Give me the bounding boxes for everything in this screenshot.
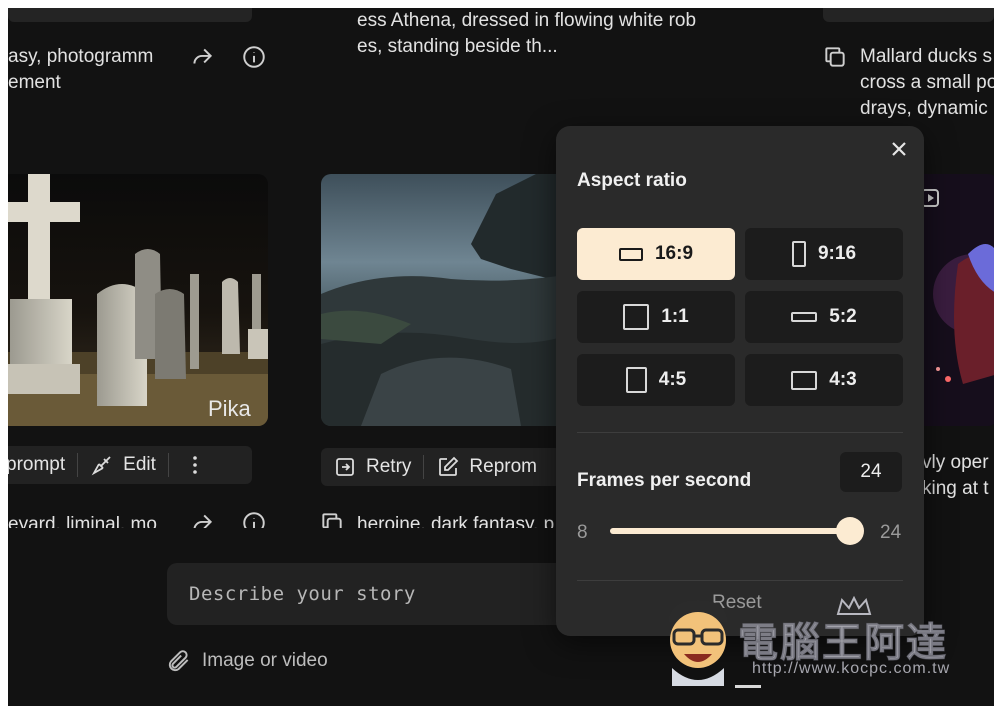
caption-left-top-line2: ement [8,72,61,93]
retry-label: Retry [366,456,412,477]
retry-icon [336,458,354,476]
ratio-label: 16:9 [654,243,694,264]
pika-watermark: Pika [208,396,252,421]
caption-right-top-line2: cross a small po [860,72,994,93]
info-icon[interactable] [239,42,269,72]
ratio-9-16-option[interactable]: 9:16 [745,228,903,280]
caption-center-top-line1: ess Athena, dressed in flowing white rob [357,10,697,31]
ratio-5-2-option[interactable]: 5:2 [745,291,903,343]
fps-title: Frames per second [577,470,752,491]
mascot-logo-icon [668,600,728,686]
retry-button[interactable]: Retry [321,448,423,486]
graveyard-action-bar: prompt Edit [8,446,252,484]
reprompt-button[interactable]: Reprom [424,448,549,486]
fps-slider[interactable] [610,517,864,545]
portrait-shape-icon [791,241,806,267]
fps-slider-min: 8 [577,522,588,543]
edit-button[interactable]: Edit [78,446,168,484]
section-divider [577,580,903,581]
ratio-4-3-option[interactable]: 4:3 [745,354,903,406]
portrait-shape-icon [625,367,647,393]
video-thumbnail-graveyard[interactable]: Pika [8,174,268,426]
fps-slider-handle[interactable] [836,517,864,545]
attach-label: Image or video [202,650,328,671]
reprompt-label: Reprom [469,456,537,477]
caption-right-mid-line2: king at t [922,478,989,499]
reprompt-button[interactable]: prompt [8,446,77,484]
close-button[interactable] [886,136,912,162]
close-icon [892,142,906,156]
edit-label: Edit [123,454,156,475]
ratio-1-1-option[interactable]: 1:1 [577,291,735,343]
fps-slider-fill [610,528,850,534]
more-vertical-icon [193,456,197,474]
ratio-label: 4:5 [658,369,687,390]
app-frame: asy, photogramm ement ess Athena, dresse… [8,8,994,706]
ratio-label: 1:1 [661,306,689,327]
top-right-action-bar[interactable] [823,8,994,22]
caption-right-mid-line1: vly oper [922,452,989,473]
aspect-ratio-title: Aspect ratio [577,170,687,191]
copy-icon[interactable] [820,42,850,72]
caption-left-top-line1: asy, photogramm [8,46,154,67]
attach-media-button[interactable]: Image or video [166,648,328,674]
pencil-square-icon [439,456,459,476]
square-shape-icon [623,304,650,330]
ratio-16-9-option[interactable]: 16:9 [577,228,735,280]
section-divider [577,432,903,433]
prompt-input[interactable]: Describe your story [189,583,416,605]
reprompt-label: prompt [8,454,66,475]
landscape-shape-icon [618,247,643,261]
fps-slider-max: 24 [880,522,902,543]
paperclip-icon [168,650,189,672]
sea-cliff-action-bar: Retry Reprom [321,448,561,486]
share-icon[interactable] [187,42,217,72]
watermark-url: http://www.kocpc.com.tw [752,660,951,677]
more-options-button[interactable] [169,446,221,484]
ratio-4-5-option[interactable]: 4:5 [577,354,735,406]
fps-value-field[interactable]: 24 [840,452,902,492]
caption-center-top-line2: es, standing beside th... [357,36,558,57]
caption-right-top-line3: drays, dynamic [860,98,988,119]
video-settings-popover: Aspect ratio 16:9 9:16 1:1 5:2 4:5 4:3 F… [556,126,924,636]
ratio-label: 5:2 [829,306,857,327]
top-left-action-bar[interactable] [8,8,252,22]
landscape-shape-icon [791,370,818,390]
wide-shape-icon [791,312,818,322]
brush-icon [91,456,111,476]
ratio-label: 4:3 [829,369,857,390]
video-thumbnail-sea-cliff[interactable] [321,174,571,426]
caption-right-top-line1: Mallard ducks s [860,46,992,67]
site-watermark: 電腦王阿達 http://www.kocpc.com.tw [660,596,980,692]
ratio-label: 9:16 [817,243,857,264]
